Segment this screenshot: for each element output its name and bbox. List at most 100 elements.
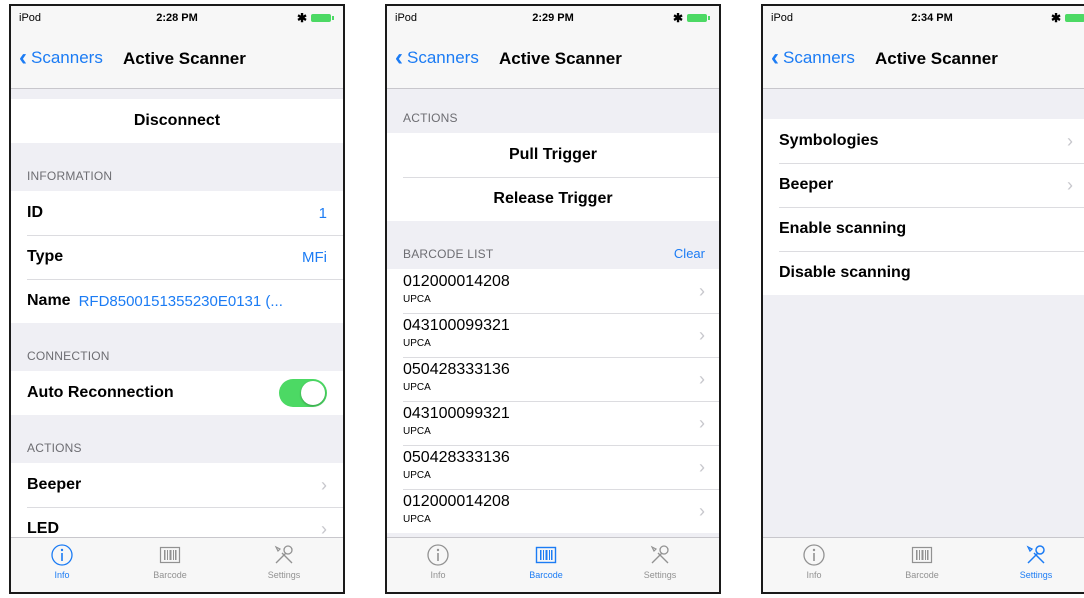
settings-row-symbologies[interactable]: Symbologies › xyxy=(763,119,1084,163)
section-header-barcode-list: BARCODE LIST Clear xyxy=(387,221,719,269)
clear-button[interactable]: Clear xyxy=(674,246,705,261)
barcode-icon xyxy=(911,546,933,564)
nav-bar: ‹ Scanners Active Scanner xyxy=(11,32,343,89)
chevron-left-icon: ‹ xyxy=(395,44,403,71)
barcode-list-item[interactable]: 012000014208 UPCA › xyxy=(387,489,719,533)
tab-label: Info xyxy=(54,570,70,580)
status-bar: iPod 2:29 PM ✱ xyxy=(387,6,719,32)
barcode-value: 043100099321 xyxy=(403,405,510,422)
clock: 2:29 PM xyxy=(532,12,574,24)
barcode-list-item[interactable]: 012000014208 UPCA › xyxy=(387,269,719,313)
battery-icon xyxy=(687,14,710,22)
tab-settings[interactable]: Settings xyxy=(239,543,329,580)
clock: 2:34 PM xyxy=(911,12,953,24)
settings-label: Symbologies xyxy=(779,132,879,149)
tab-barcode[interactable]: Barcode xyxy=(501,543,591,580)
info-row-id: ID 1 xyxy=(11,191,343,235)
action-label: Beeper xyxy=(27,476,82,493)
auto-reconnection-toggle[interactable] xyxy=(279,379,327,407)
barcode-value: 050428333136 xyxy=(403,361,510,378)
barcode-type: UPCA xyxy=(403,382,431,393)
section-header-label: ACTIONS xyxy=(27,441,82,455)
screen-info: iPod 2:28 PM ✱ ‹ Scanners Active Scanner… xyxy=(9,4,345,594)
tab-settings[interactable]: Settings xyxy=(991,543,1081,580)
settings-label: Beeper xyxy=(779,176,834,193)
info-value: RFD8500151355230E0131 (... xyxy=(78,292,283,310)
info-value: 1 xyxy=(318,204,327,222)
tab-barcode[interactable]: Barcode xyxy=(125,543,215,580)
nav-bar: ‹ Scanners Active Scanner xyxy=(763,32,1084,89)
barcode-type: UPCA xyxy=(403,426,431,437)
info-icon xyxy=(803,544,825,566)
chevron-left-icon: ‹ xyxy=(771,44,779,71)
chevron-right-icon: › xyxy=(321,474,327,495)
chevron-right-icon: › xyxy=(699,501,705,521)
clock: 2:28 PM xyxy=(156,12,198,24)
battery-icon xyxy=(311,14,334,22)
tools-icon xyxy=(650,545,669,564)
settings-row-beeper[interactable]: Beeper › xyxy=(763,163,1084,207)
settings-row-enable-scanning[interactable]: Enable scanning xyxy=(763,207,1084,251)
bluetooth-icon: ✱ xyxy=(296,11,307,25)
info-label: ID xyxy=(27,204,43,221)
bluetooth-icon: ✱ xyxy=(1050,11,1061,25)
toggle-knob xyxy=(301,381,325,405)
section-header-label: BARCODE LIST xyxy=(403,247,494,261)
tab-bar: Info Barcode Settings xyxy=(763,537,1084,592)
info-row-name: Name RFD8500151355230E0131 (... xyxy=(11,279,343,323)
tab-settings[interactable]: Settings xyxy=(615,543,705,580)
back-button[interactable]: ‹ Scanners xyxy=(395,44,479,71)
info-content: Disconnect INFORMATION ID 1 Type MFi Nam… xyxy=(11,89,343,538)
page-title: Active Scanner xyxy=(875,49,998,68)
back-label: Scanners xyxy=(31,48,103,67)
tab-label: Settings xyxy=(643,570,677,580)
section-header-label: CONNECTION xyxy=(27,349,110,363)
barcode-type: UPCA xyxy=(403,470,431,481)
chevron-right-icon: › xyxy=(1067,130,1073,151)
back-label: Scanners xyxy=(407,48,479,67)
barcode-value: 043100099321 xyxy=(403,317,510,334)
tab-bar: Info Barcode Settings xyxy=(11,537,343,592)
barcode-type: UPCA xyxy=(403,294,431,305)
settings-row-disable-scanning[interactable]: Disable scanning xyxy=(763,251,1084,295)
battery-icon xyxy=(1065,14,1084,22)
back-button[interactable]: ‹ Scanners xyxy=(771,44,855,71)
barcode-value: 012000014208 xyxy=(403,273,510,290)
tab-info[interactable]: Info xyxy=(769,543,859,580)
tools-icon xyxy=(274,545,293,564)
info-label: Name xyxy=(27,292,71,309)
release-trigger-button[interactable]: Release Trigger xyxy=(387,177,719,221)
tab-info[interactable]: Info xyxy=(17,543,107,580)
action-label: LED xyxy=(27,520,59,537)
info-icon xyxy=(51,544,73,566)
section-header-label: ACTIONS xyxy=(403,111,458,125)
screen-barcode: iPod 2:29 PM ✱ ‹ Scanners Active Scanner… xyxy=(385,4,721,594)
settings-content: Symbologies › Beeper › Enable scanning D… xyxy=(763,89,1084,538)
page-title: Active Scanner xyxy=(123,49,246,68)
chevron-left-icon: ‹ xyxy=(19,44,27,71)
tab-info[interactable]: Info xyxy=(393,543,483,580)
barcode-list-item[interactable]: 043100099321 UPCA › xyxy=(387,401,719,445)
barcode-list-item[interactable]: 050428333136 UPCA › xyxy=(387,445,719,489)
action-row-beeper[interactable]: Beeper › xyxy=(11,463,343,507)
chevron-right-icon: › xyxy=(699,281,705,301)
tab-label: Barcode xyxy=(153,570,187,580)
pull-trigger-button[interactable]: Pull Trigger xyxy=(387,133,719,177)
barcode-icon xyxy=(159,546,181,564)
tab-label: Info xyxy=(806,570,822,580)
back-label: Scanners xyxy=(783,48,855,67)
barcode-list-item[interactable]: 043100099321 UPCA › xyxy=(387,313,719,357)
page-title: Active Scanner xyxy=(499,49,622,68)
chevron-right-icon: › xyxy=(1067,174,1073,195)
auto-reconnection-label: Auto Reconnection xyxy=(27,384,174,401)
tab-barcode[interactable]: Barcode xyxy=(877,543,967,580)
info-row-type: Type MFi xyxy=(11,235,343,279)
tab-label: Info xyxy=(430,570,446,580)
settings-label: Enable scanning xyxy=(779,220,907,237)
barcode-list-item[interactable]: 050428333136 UPCA › xyxy=(387,357,719,401)
section-header-actions: ACTIONS xyxy=(387,89,719,133)
back-button[interactable]: ‹ Scanners xyxy=(19,44,103,71)
disconnect-button[interactable]: Disconnect xyxy=(11,99,343,143)
barcode-type: UPCA xyxy=(403,338,431,349)
action-row-led[interactable]: LED › xyxy=(11,507,343,538)
